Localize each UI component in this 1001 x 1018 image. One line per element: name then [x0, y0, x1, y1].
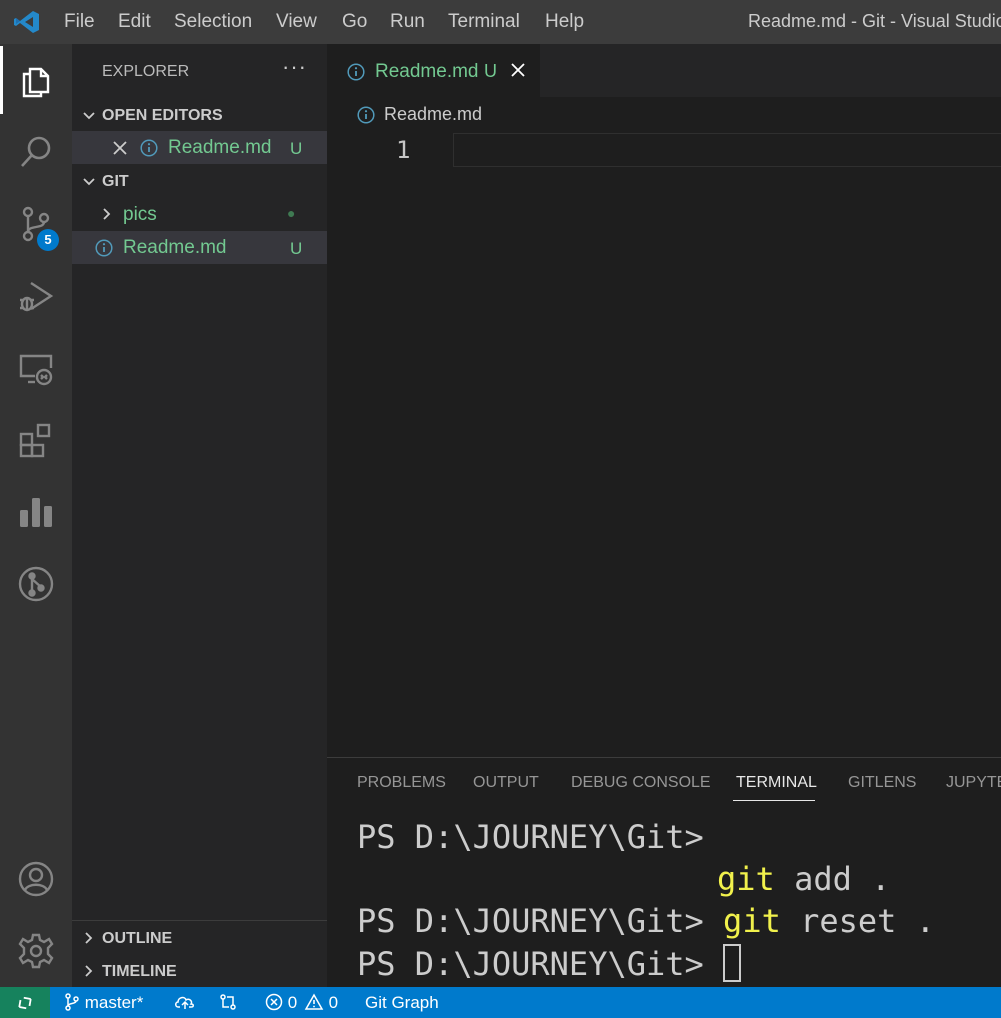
run-debug-icon[interactable] — [0, 260, 72, 332]
git-compare-icon — [220, 994, 236, 1010]
tab-jupyter[interactable]: JUPYTER — [946, 774, 1001, 792]
explorer-icon[interactable] — [0, 44, 72, 116]
terminal-input-line[interactable]: PS D:\JOURNEY\Git> — [357, 944, 742, 983]
tab-label: Readme.md — [375, 61, 479, 82]
active-tab-indicator — [733, 800, 815, 801]
breadcrumb-label: Readme.md — [384, 104, 483, 124]
more-actions-icon[interactable]: ··· — [282, 54, 307, 80]
untracked-badge: U — [484, 61, 497, 81]
tab-gitlens[interactable]: GITLENS — [848, 774, 916, 792]
line-number: 1 — [396, 136, 411, 164]
untracked-badge: U — [290, 139, 303, 158]
cloud-upload-icon — [175, 996, 194, 1009]
terminal-line: PS D:\JOURNEY\Git> git reset . — [357, 902, 935, 940]
chevron-right-icon — [103, 208, 111, 220]
tree-item-folder[interactable]: pics ● — [72, 198, 327, 231]
chevron-down-icon — [83, 178, 95, 186]
status-bar: master* 0 0 Git Graph — [0, 987, 1001, 1018]
outline-header[interactable]: OUTLINE — [72, 923, 327, 955]
title-bar: File Edit Selection View Go Run Terminal… — [0, 0, 1001, 44]
chevron-right-icon — [85, 965, 93, 977]
branch-indicator[interactable]: master* — [64, 993, 143, 1013]
remote-explorer-icon[interactable] — [0, 332, 72, 404]
menu-file[interactable]: File — [64, 11, 95, 33]
remote-icon — [18, 996, 32, 1009]
git-branch-icon — [65, 993, 79, 1011]
open-editor-item[interactable]: Readme.md U — [72, 131, 327, 164]
window-title: Readme.md - Git - Visual Studio — [748, 11, 1001, 31]
terminal-line: PS D:\JOURNEY\Git> — [357, 818, 704, 856]
info-icon — [347, 63, 365, 81]
problems-indicator[interactable]: 0 0 — [265, 993, 338, 1013]
timeline-header[interactable]: TIMELINE — [72, 956, 327, 988]
explorer-title: EXPLORER — [102, 63, 190, 80]
tab-output[interactable]: OUTPUT — [473, 774, 539, 792]
info-icon — [95, 239, 113, 257]
remote-indicator-button[interactable] — [0, 987, 50, 1018]
open-editors-header[interactable]: OPEN EDITORS — [72, 100, 327, 132]
chevron-down-icon — [83, 112, 95, 120]
close-icon[interactable] — [510, 62, 526, 78]
close-icon[interactable] — [113, 141, 127, 155]
git-graph-button[interactable]: Git Graph — [365, 993, 439, 1013]
menu-go[interactable]: Go — [342, 11, 367, 33]
tab-readme[interactable]: Readme.md U — [327, 44, 540, 97]
workspace-header[interactable]: GIT — [72, 166, 327, 198]
vscode-logo-icon — [14, 11, 39, 33]
info-icon — [140, 139, 158, 157]
tab-debug-console[interactable]: DEBUG CONSOLE — [571, 774, 711, 792]
active-indicator — [0, 46, 3, 114]
untracked-badge: U — [290, 239, 303, 258]
editor-current-line[interactable] — [453, 133, 1001, 167]
menu-selection[interactable]: Selection — [174, 11, 252, 33]
editor-tab-bar: Readme.md U — [327, 44, 1001, 97]
search-icon[interactable] — [0, 116, 72, 188]
activity-bar: 5 — [0, 44, 72, 987]
terminal-cursor — [723, 944, 742, 982]
error-icon — [265, 993, 283, 1011]
tree-item-file[interactable]: Readme.md U — [72, 231, 327, 264]
modified-dot: ● — [287, 205, 296, 221]
menu-terminal[interactable]: Terminal — [448, 11, 520, 33]
git-graph-icon[interactable] — [0, 548, 72, 620]
file-name: Readme.md — [123, 237, 227, 258]
menu-view[interactable]: View — [276, 11, 317, 33]
extensions-icon[interactable] — [0, 404, 72, 476]
menu-help[interactable]: Help — [545, 11, 584, 33]
source-control-badge: 5 — [37, 229, 59, 251]
folder-name: pics — [123, 204, 157, 225]
sync-button[interactable] — [174, 993, 196, 1013]
explorer-sidebar: EXPLORER ··· OPEN EDITORS Readme.md U GI… — [72, 44, 327, 987]
account-icon[interactable] — [0, 843, 72, 915]
source-control-icon[interactable] — [0, 188, 72, 260]
git-compare-button[interactable] — [219, 993, 237, 1013]
menu-edit[interactable]: Edit — [118, 11, 151, 33]
tab-problems[interactable]: PROBLEMS — [357, 774, 446, 792]
info-icon — [357, 106, 375, 124]
bottom-panel: PROBLEMS OUTPUT DEBUG CONSOLE TERMINAL G… — [327, 757, 1001, 988]
menu-run[interactable]: Run — [390, 11, 425, 33]
chevron-right-icon — [85, 932, 93, 944]
terminal-line: git add . — [717, 860, 891, 898]
settings-gear-icon[interactable] — [0, 915, 72, 987]
tab-terminal[interactable]: TERMINAL — [736, 774, 817, 792]
divider — [72, 920, 327, 921]
chart-icon[interactable] — [0, 476, 72, 548]
open-editor-filename: Readme.md — [168, 137, 272, 158]
warning-icon — [304, 993, 324, 1010]
